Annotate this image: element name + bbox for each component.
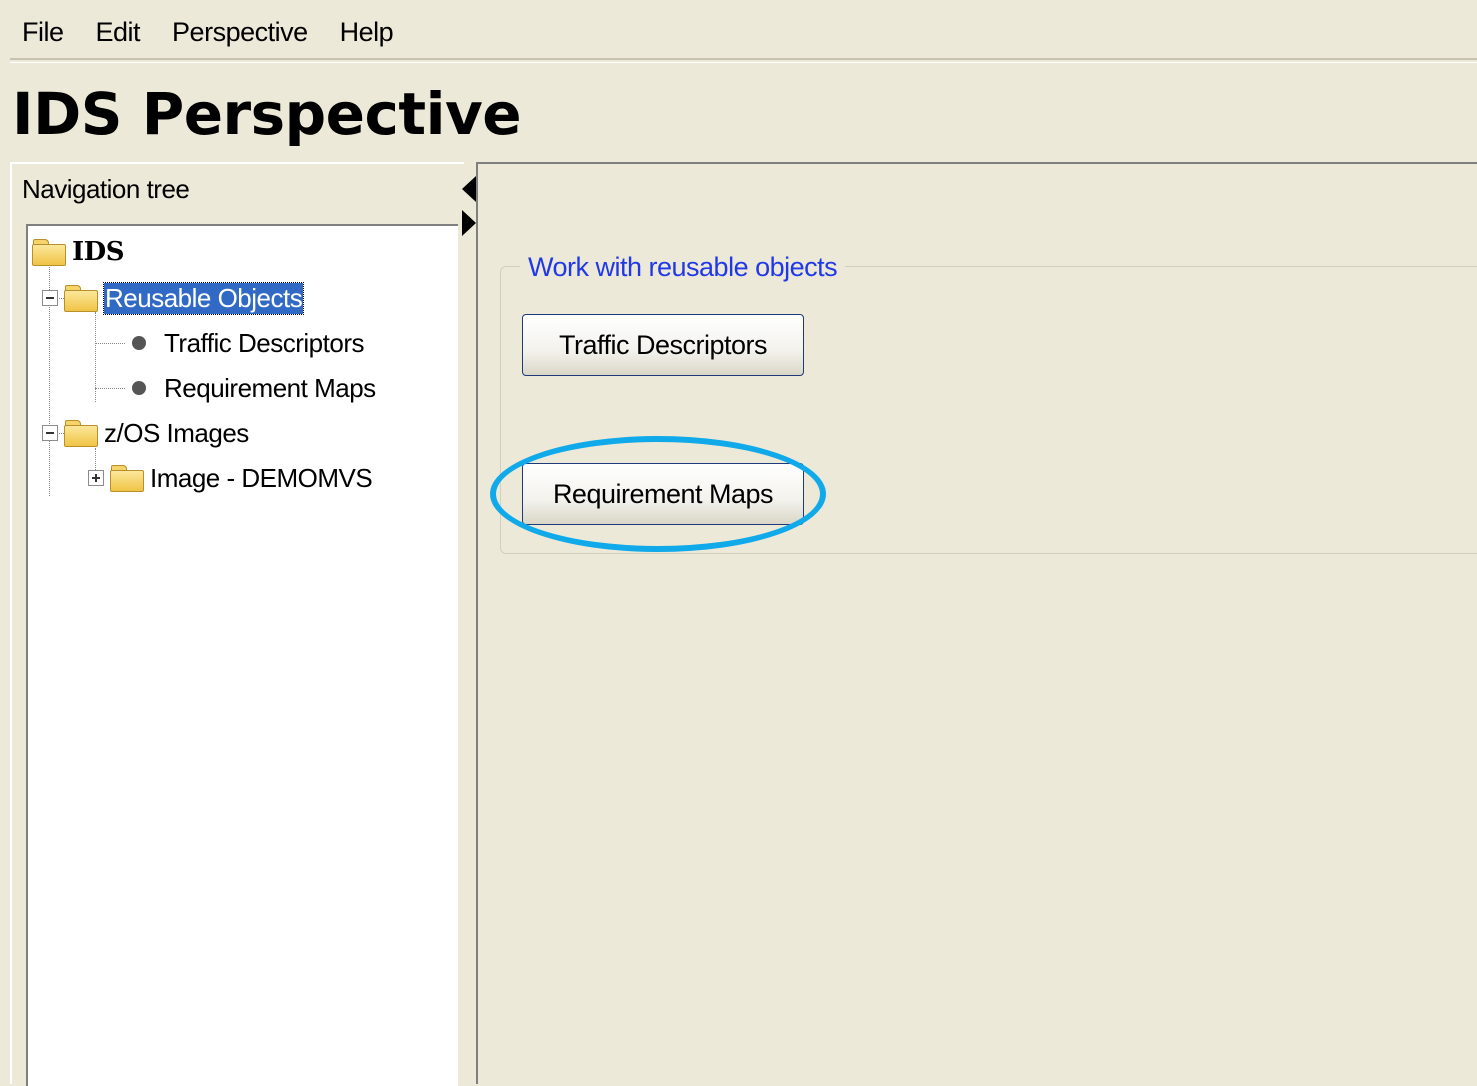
tree-item-zos-images[interactable]: z/OS Images (42, 413, 249, 453)
tree-item-image-demomvs[interactable]: Image - DEMOMVS (88, 458, 373, 498)
expand-icon[interactable] (88, 470, 104, 486)
tree-item-label: IDS (72, 237, 125, 267)
collapse-left-arrow-icon[interactable] (462, 176, 476, 202)
tree-item-ids[interactable]: IDS (32, 232, 125, 272)
expand-right-arrow-icon[interactable] (462, 210, 476, 236)
navigation-panel: Navigation tree IDS Reusable Objects Tra… (10, 162, 464, 1086)
page-title: IDS Perspective (12, 80, 522, 148)
content-panel: Work with reusable objects Traffic Descr… (476, 162, 1477, 1084)
requirement-maps-button[interactable]: Requirement Maps (522, 463, 804, 525)
menu-edit[interactable]: Edit (96, 17, 141, 48)
menu-bar: File Edit Perspective Help (10, 6, 1477, 60)
folder-icon (32, 239, 66, 266)
bullet-icon (132, 381, 146, 395)
tree-item-reusable-objects[interactable]: Reusable Objects (42, 278, 305, 318)
tree-item-traffic-descriptors[interactable]: Traffic Descriptors (132, 323, 365, 363)
folder-icon (64, 420, 98, 447)
tree-item-label: z/OS Images (104, 417, 249, 448)
navigation-tree-header: Navigation tree (22, 174, 190, 204)
group-title: Work with reusable objects (520, 252, 846, 283)
menu-perspective[interactable]: Perspective (172, 17, 308, 48)
navigation-tree: IDS Reusable Objects Traffic Descriptors… (26, 224, 458, 1086)
traffic-descriptors-button[interactable]: Traffic Descriptors (522, 314, 804, 376)
tree-connector (95, 343, 125, 344)
tree-connector (95, 388, 125, 389)
folder-icon (110, 465, 144, 492)
collapse-icon[interactable] (42, 290, 58, 306)
tree-item-requirement-maps[interactable]: Requirement Maps (132, 368, 376, 408)
tree-item-label: Traffic Descriptors (164, 327, 365, 358)
tree-item-label: Reusable Objects (102, 281, 305, 315)
tree-item-label: Image - DEMOMVS (150, 462, 373, 493)
tree-item-label: Requirement Maps (164, 372, 376, 403)
collapse-icon[interactable] (42, 425, 58, 441)
menu-divider (10, 62, 1477, 63)
menu-help[interactable]: Help (340, 17, 394, 48)
folder-icon (64, 285, 98, 312)
bullet-icon (132, 336, 146, 350)
menu-file[interactable]: File (22, 17, 64, 48)
